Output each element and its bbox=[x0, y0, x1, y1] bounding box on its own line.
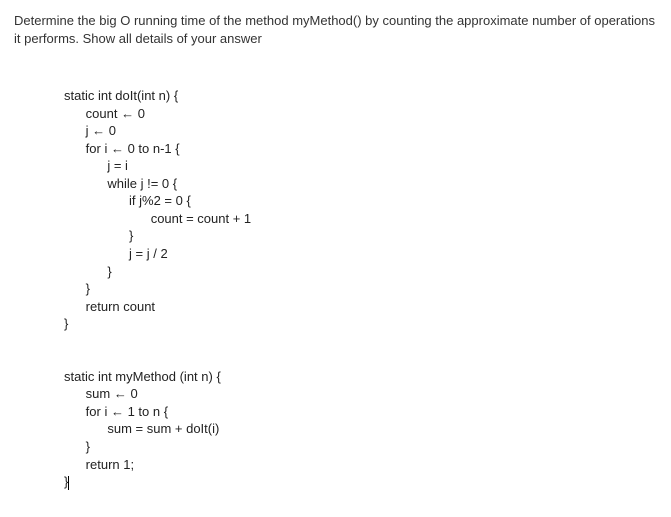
code-line: count ← 0 bbox=[86, 106, 145, 121]
code-line: static int doIt(int n) { bbox=[64, 88, 178, 103]
code-line: } bbox=[86, 281, 90, 296]
code-line: } bbox=[129, 228, 133, 243]
code-line: } bbox=[107, 264, 111, 279]
code-line: } bbox=[86, 439, 90, 454]
code-line: j ← 0 bbox=[86, 123, 116, 138]
code-line: return 1; bbox=[86, 457, 134, 472]
code-line: j = j / 2 bbox=[129, 246, 168, 261]
code-line: return count bbox=[86, 299, 155, 314]
code-line: while j != 0 { bbox=[107, 176, 177, 191]
code-block-doit: static int doIt(int n) { count ← 0 j ← 0… bbox=[64, 87, 657, 491]
code-line: if j%2 = 0 { bbox=[129, 193, 191, 208]
code-line: for i ← 0 to n-1 { bbox=[86, 141, 180, 156]
code-line: for i ← 1 to n { bbox=[86, 404, 168, 419]
code-line: j = i bbox=[107, 158, 128, 173]
code-line: sum ← 0 bbox=[86, 386, 138, 401]
code-line: } bbox=[64, 316, 68, 331]
question-instructions: Determine the big O running time of the … bbox=[14, 12, 657, 47]
code-line: count = count + 1 bbox=[151, 211, 251, 226]
code-line: sum = sum + doIt(i) bbox=[107, 421, 219, 436]
code-line: static int myMethod (int n) { bbox=[64, 369, 221, 384]
text-cursor bbox=[68, 476, 69, 490]
